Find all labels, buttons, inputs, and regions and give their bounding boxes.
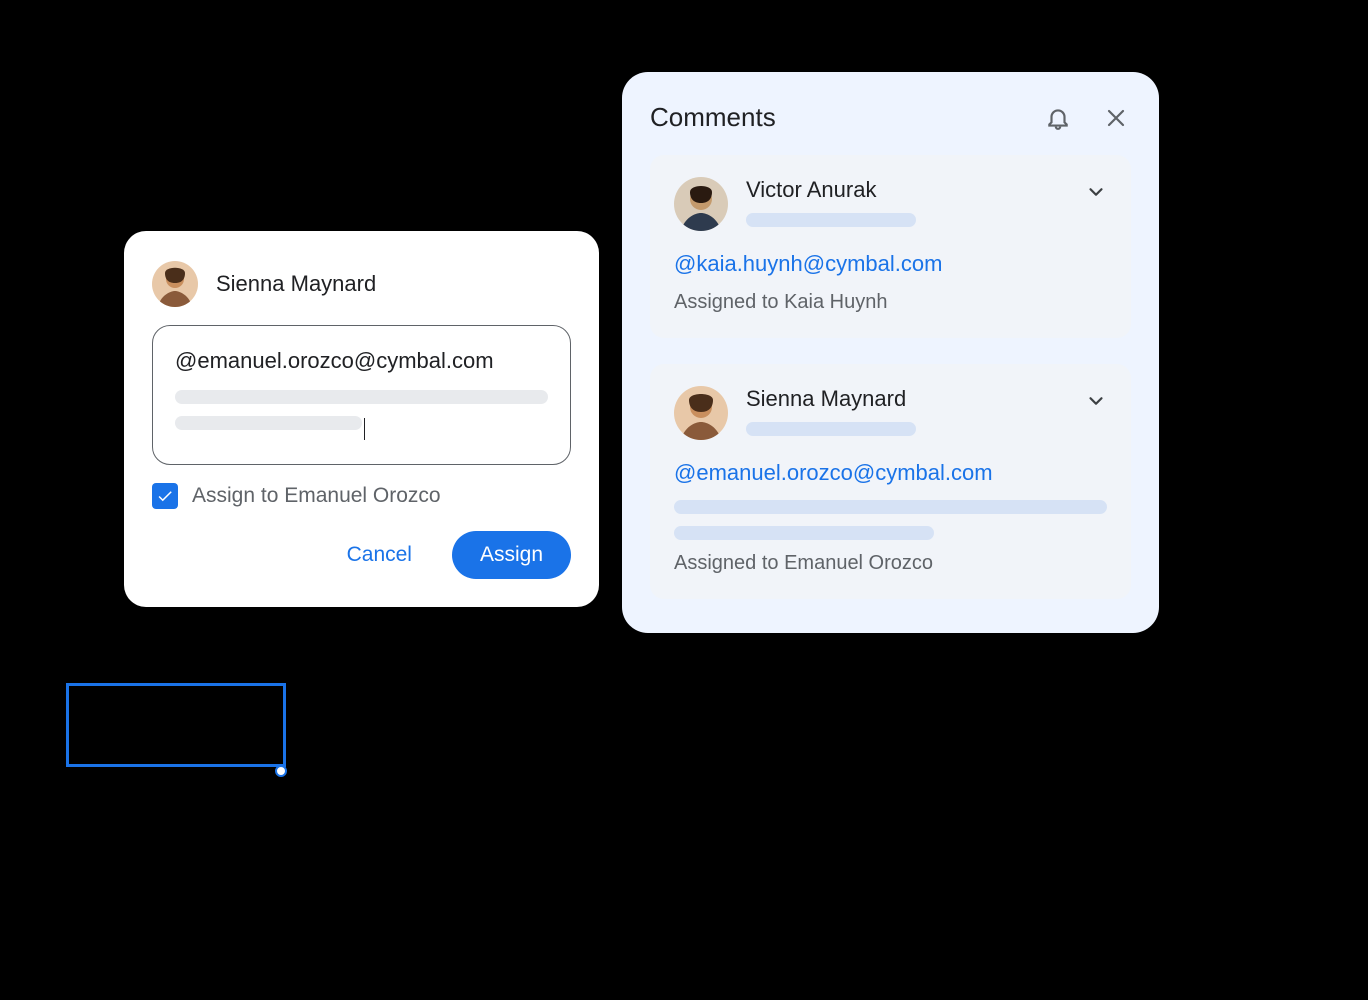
avatar	[674, 386, 728, 440]
new-comment-card: Sienna Maynard @emanuel.orozco@cymbal.co…	[124, 231, 599, 607]
comments-panel: Comments Victor Anurak	[622, 72, 1159, 633]
assigned-to: Assigned to Emanuel Orozco	[674, 552, 1107, 575]
assign-checkbox-row[interactable]: Assign to Emanuel Orozco	[152, 483, 571, 509]
compose-actions: Cancel Assign	[152, 531, 571, 579]
check-icon	[156, 487, 174, 505]
cell-selection	[66, 683, 286, 767]
avatar	[674, 177, 728, 231]
close-icon[interactable]	[1101, 103, 1131, 133]
comments-title: Comments	[650, 102, 1043, 133]
assign-label: Assign to Emanuel Orozco	[192, 484, 441, 508]
cancel-button[interactable]: Cancel	[319, 531, 440, 579]
compose-mention: @emanuel.orozco@cymbal.com	[175, 348, 548, 374]
comment-input[interactable]: @emanuel.orozco@cymbal.com	[152, 325, 571, 465]
comment-body-placeholder	[674, 500, 1107, 514]
comment-mention[interactable]: @kaia.huynh@cymbal.com	[674, 251, 1107, 277]
comment-author: Victor Anurak	[746, 177, 1067, 203]
comments-header: Comments	[650, 102, 1131, 133]
chevron-down-icon	[1085, 390, 1107, 412]
placeholder-line	[175, 416, 362, 430]
compose-header: Sienna Maynard	[152, 261, 571, 307]
comment-author: Sienna Maynard	[746, 386, 1067, 412]
expand-comment-button[interactable]	[1085, 386, 1107, 417]
avatar	[152, 261, 198, 307]
comment-card[interactable]: Sienna Maynard @emanuel.orozco@cymbal.co…	[650, 364, 1131, 599]
placeholder-line	[175, 390, 548, 404]
comment-meta-placeholder	[746, 422, 916, 436]
compose-author: Sienna Maynard	[216, 271, 376, 297]
notifications-icon[interactable]	[1043, 103, 1073, 133]
text-cursor	[364, 418, 366, 440]
comment-mention[interactable]: @emanuel.orozco@cymbal.com	[674, 460, 1107, 486]
comment-body-placeholder	[674, 526, 934, 540]
selection-handle[interactable]	[275, 765, 287, 777]
assign-checkbox[interactable]	[152, 483, 178, 509]
assigned-to: Assigned to Kaia Huynh	[674, 291, 1107, 314]
comment-meta-placeholder	[746, 213, 916, 227]
expand-comment-button[interactable]	[1085, 177, 1107, 208]
comment-card[interactable]: Victor Anurak @kaia.huynh@cymbal.com Ass…	[650, 155, 1131, 338]
chevron-down-icon	[1085, 181, 1107, 203]
assign-button[interactable]: Assign	[452, 531, 571, 579]
